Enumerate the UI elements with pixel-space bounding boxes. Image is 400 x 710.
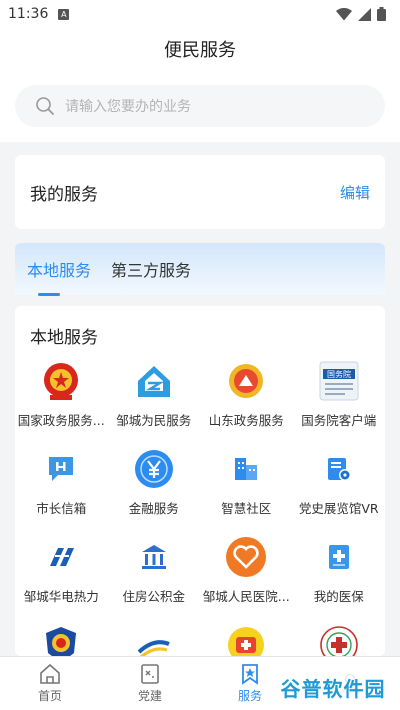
wifi-icon — [336, 7, 352, 20]
search-placeholder: 请输入您要办的业务 — [65, 99, 191, 115]
tab-third-party-services[interactable]: 第三方服务 — [111, 257, 191, 281]
service-item[interactable] — [108, 620, 201, 656]
service-label: 党史展览馆VR — [298, 501, 379, 516]
medical-insurance-icon — [318, 536, 360, 578]
nav-home-label: 首页 — [37, 689, 62, 703]
active-tab-indicator — [38, 293, 60, 296]
service-item[interactable]: 邹城华电热力 — [15, 532, 108, 620]
search-input[interactable]: 请输入您要办的业务 — [15, 85, 385, 127]
notification-badge-icon: A — [58, 8, 70, 20]
service-item[interactable]: 邹城为民服务 — [108, 356, 201, 444]
house-logo-icon — [133, 360, 175, 402]
services-grid: 国家政务服务... 邹城为民服务 山东政务服务 国务院 国务院客户端 市长信箱 — [15, 356, 385, 656]
search-icon — [36, 97, 54, 115]
service-item[interactable] — [200, 620, 293, 656]
watermark: 谷普软件园 — [274, 670, 392, 704]
service-item[interactable]: 山东政务服务 — [200, 356, 293, 444]
service-label: 市长信箱 — [36, 501, 87, 516]
national-emblem-icon — [40, 360, 82, 402]
watermark-text: 谷普软件园 — [280, 676, 386, 701]
huadian-logo-icon — [40, 536, 82, 578]
service-item[interactable]: 邹城人民医院... — [200, 532, 293, 620]
service-label: 邹城华电热力 — [23, 589, 99, 604]
service-label: 邹城人民医院... — [202, 589, 290, 604]
vr-exhibit-icon — [318, 448, 360, 490]
service-tabs: 本地服务 第三方服务 — [15, 243, 385, 295]
service-item[interactable]: 市长信箱 — [15, 444, 108, 532]
status-time: 11:36 — [8, 6, 49, 22]
service-icon — [242, 664, 258, 685]
nav-party-label: 党建 — [137, 689, 162, 703]
service-label: 智慧社区 — [221, 501, 272, 516]
tab-local-services[interactable]: 本地服务 — [27, 257, 91, 281]
service-item[interactable]: 住房公积金 — [108, 532, 201, 620]
medical-cross-icon — [225, 624, 267, 656]
local-services-card: 本地服务 国家政务服务... 邹城为民服务 山东政务服务 国务院 国务院客户端 — [15, 306, 385, 656]
hospital-seal-icon — [318, 624, 360, 656]
service-item[interactable] — [15, 620, 108, 656]
state-council-icon: 国务院 — [318, 360, 360, 402]
service-item[interactable]: 智慧社区 — [200, 444, 293, 532]
nav-service-label: 服务 — [237, 689, 262, 703]
buildings-icon — [225, 448, 267, 490]
nav-party[interactable]: 党建 — [100, 657, 200, 710]
service-label: 住房公积金 — [122, 589, 185, 604]
service-label: 邹城为民服务 — [116, 413, 192, 428]
edit-button[interactable]: 编辑 — [340, 182, 370, 203]
police-emblem-icon — [40, 624, 82, 656]
nav-home[interactable]: 首页 — [0, 657, 100, 710]
service-item[interactable]: 国家政务服务... — [15, 356, 108, 444]
service-item[interactable] — [293, 620, 386, 656]
service-label: 我的医保 — [313, 589, 364, 604]
local-services-title: 本地服务 — [30, 328, 98, 348]
my-services-card: 我的服务 编辑 — [15, 155, 385, 229]
my-services-title: 我的服务 — [30, 184, 98, 205]
svg-text:国务院: 国务院 — [327, 369, 351, 379]
service-item[interactable]: 金融服务 — [108, 444, 201, 532]
mailbox-icon — [40, 448, 82, 490]
page-title: 便民服务 — [164, 40, 236, 61]
service-label: 山东政务服务 — [208, 413, 284, 428]
swoosh-logo-icon — [133, 624, 175, 656]
status-bar: 11:36 A — [0, 0, 400, 28]
service-item[interactable]: 党史展览馆VR — [293, 444, 386, 532]
bank-icon — [133, 536, 175, 578]
service-item[interactable]: 我的医保 — [293, 532, 386, 620]
app-header: 便民服务 — [0, 28, 400, 70]
home-icon — [40, 663, 60, 684]
hospital-heart-icon — [225, 536, 267, 578]
signal-icon — [358, 7, 371, 21]
battery-icon — [377, 7, 386, 21]
service-label: 国家政务服务... — [17, 413, 105, 428]
search-section: 请输入您要办的业务 — [0, 70, 400, 142]
service-label: 金融服务 — [128, 501, 179, 516]
service-item[interactable]: 国务院 国务院客户端 — [293, 356, 386, 444]
yuan-icon — [133, 448, 175, 490]
shandong-gov-icon — [225, 360, 267, 402]
party-icon — [141, 664, 159, 684]
service-label: 国务院客户端 — [301, 413, 377, 428]
